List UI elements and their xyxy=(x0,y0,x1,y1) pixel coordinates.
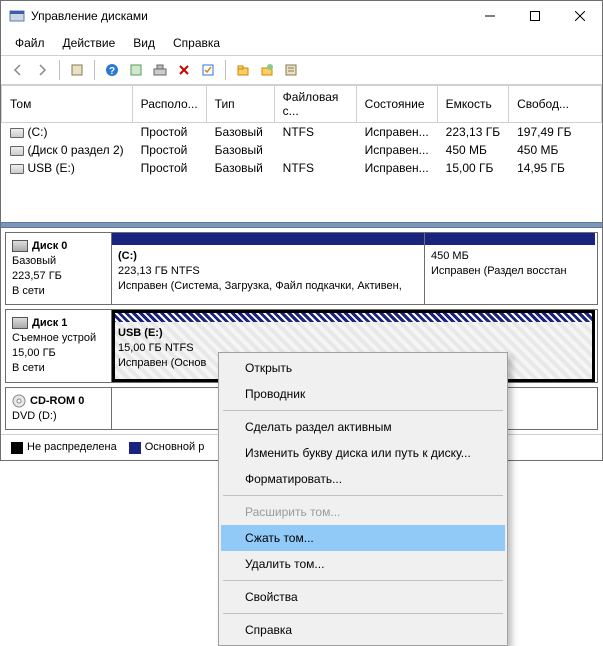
disk-row: Диск 0Базовый223,57 ГБВ сети(C:)223,13 Г… xyxy=(5,232,598,305)
toolbar-btn-6[interactable] xyxy=(197,59,219,81)
maximize-button[interactable] xyxy=(512,1,557,31)
toolbar: ? xyxy=(1,56,602,85)
toolbar-divider xyxy=(225,60,226,80)
window-title: Управление дисками xyxy=(31,9,467,23)
ctx-format[interactable]: Форматировать... xyxy=(221,466,505,492)
menubar: Файл Действие Вид Справка xyxy=(1,31,602,56)
disk-header[interactable]: Диск 0Базовый223,57 ГБВ сети xyxy=(6,233,112,304)
menu-file[interactable]: Файл xyxy=(7,33,53,53)
ctx-make-active[interactable]: Сделать раздел активным xyxy=(221,414,505,440)
ctx-delete[interactable]: Удалить том... xyxy=(221,551,505,577)
toolbar-btn-4[interactable] xyxy=(149,59,171,81)
col-layout[interactable]: Располо... xyxy=(132,86,206,123)
partition[interactable]: 450 МБИсправен (Раздел восстан xyxy=(425,233,595,304)
table-row[interactable]: USB (E:)ПростойБазовыйNTFSИсправен...15,… xyxy=(2,159,602,177)
col-type[interactable]: Тип xyxy=(206,86,274,123)
minimize-button[interactable] xyxy=(467,1,512,31)
splitter[interactable] xyxy=(1,222,602,228)
ctx-properties[interactable]: Свойства xyxy=(221,584,505,610)
legend-unallocated: Не распределена xyxy=(11,441,117,453)
table-row[interactable]: (Диск 0 раздел 2)ПростойБазовыйИсправен.… xyxy=(2,141,602,159)
ctx-open[interactable]: Открыть xyxy=(221,355,505,381)
col-volume[interactable]: Том xyxy=(2,86,133,123)
menu-action[interactable]: Действие xyxy=(55,33,124,53)
col-status[interactable]: Состояние xyxy=(356,86,437,123)
col-capacity[interactable]: Емкость xyxy=(437,86,508,123)
context-menu: Открыть Проводник Сделать раздел активны… xyxy=(218,352,508,646)
toolbar-btn-9[interactable] xyxy=(280,59,302,81)
titlebar[interactable]: Управление дисками xyxy=(1,1,602,31)
menu-help[interactable]: Справка xyxy=(165,33,228,53)
ctx-help[interactable]: Справка xyxy=(221,617,505,643)
forward-button[interactable] xyxy=(31,59,53,81)
toolbar-btn-1[interactable] xyxy=(66,59,88,81)
ctx-explorer[interactable]: Проводник xyxy=(221,381,505,407)
app-icon xyxy=(9,8,25,24)
volumes-table: Том Располо... Тип Файловая с... Состоян… xyxy=(1,85,602,177)
partition[interactable]: (C:)223,13 ГБ NTFSИсправен (Система, Заг… xyxy=(112,233,425,304)
table-row[interactable]: (C:)ПростойБазовыйNTFSИсправен...223,13 … xyxy=(2,123,602,142)
back-button[interactable] xyxy=(7,59,29,81)
toolbar-divider xyxy=(94,60,95,80)
ctx-change-letter[interactable]: Изменить букву диска или путь к диску... xyxy=(221,440,505,466)
toolbar-btn-3[interactable] xyxy=(125,59,147,81)
col-fs[interactable]: Файловая с... xyxy=(274,86,356,123)
help-button[interactable]: ? xyxy=(101,59,123,81)
delete-button[interactable] xyxy=(173,59,195,81)
close-button[interactable] xyxy=(557,1,602,31)
legend-primary: Основной р xyxy=(129,441,205,453)
ctx-extend: Расширить том... xyxy=(221,499,505,525)
svg-text:?: ? xyxy=(109,66,115,77)
toolbar-btn-8[interactable] xyxy=(256,59,278,81)
disk-header[interactable]: CD-ROM 0DVD (D:) xyxy=(6,388,112,430)
toolbar-divider xyxy=(59,60,60,80)
menu-view[interactable]: Вид xyxy=(125,33,163,53)
ctx-shrink[interactable]: Сжать том... xyxy=(221,525,505,551)
toolbar-btn-7[interactable] xyxy=(232,59,254,81)
disk-header[interactable]: Диск 1Съемное устрой15,00 ГБВ сети xyxy=(6,310,112,381)
col-free[interactable]: Свобод... xyxy=(509,86,602,123)
